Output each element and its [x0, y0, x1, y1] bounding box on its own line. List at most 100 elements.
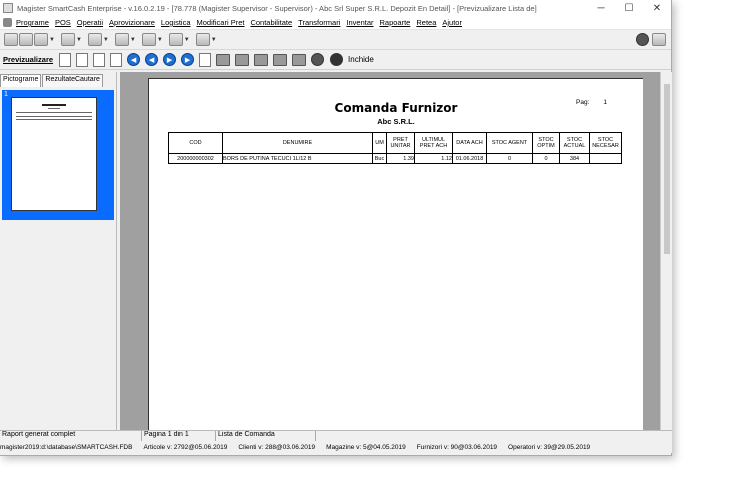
menu-aprovizionare[interactable]: Aprovizionare: [109, 18, 155, 27]
menu-operatii[interactable]: Operatii: [77, 18, 103, 27]
page-icon[interactable]: [195, 33, 210, 46]
settings-icon[interactable]: [199, 52, 212, 67]
minimize-button[interactable]: ─: [587, 0, 615, 16]
report-title: Comanda Furnizor: [334, 101, 458, 115]
col-stoc-actual: STOC ACTUAL: [559, 132, 590, 154]
preview-label: Previzualizare: [3, 55, 54, 64]
col-um: UM: [372, 132, 387, 154]
side-panel: Pictograme RezultateCautare 1: [0, 72, 117, 430]
vertical-scrollbar[interactable]: [660, 72, 672, 430]
edit-icon[interactable]: [216, 53, 231, 66]
close-preview-button[interactable]: Inchide: [330, 53, 374, 66]
table-header-row: COD DENUMIRE UM PRET UNITAR ULTIMUL PRET…: [168, 132, 622, 154]
stop-icon[interactable]: [311, 53, 325, 66]
operators-version: Operatori v: 39@29.05.2019: [508, 443, 591, 451]
menu-pos[interactable]: POS: [55, 18, 71, 27]
menu-modificari-pret[interactable]: Modificari Pret: [197, 18, 245, 27]
menu-ajutor[interactable]: Ajutor: [442, 18, 462, 27]
col-stoc-necesar: STOC NECESAR: [589, 132, 622, 154]
chevron-down-icon[interactable]: ▼: [157, 37, 163, 43]
zoom-page-icon[interactable]: [76, 52, 89, 67]
stores-version: Magazine v: 5@04.05.2019: [326, 443, 406, 451]
cell-stoc-actual: 384: [559, 153, 590, 164]
status-document: Lista de Comanda: [216, 431, 316, 441]
page-width-icon[interactable]: [59, 52, 72, 67]
globe-icon[interactable]: [168, 33, 183, 46]
chevron-down-icon[interactable]: ▼: [103, 37, 109, 43]
info-bar: magister2019:d:\database\SMARTCASH.FDB A…: [0, 441, 672, 453]
chevron-down-icon[interactable]: ▼: [211, 37, 217, 43]
tab-pictograme[interactable]: Pictograme: [0, 74, 42, 87]
chevron-down-icon[interactable]: ▼: [76, 37, 82, 43]
clients-version: Clienti v: 288@03.06.2019: [238, 443, 316, 451]
menu-transformari[interactable]: Transformari: [298, 18, 340, 27]
zoom-in-icon[interactable]: [93, 52, 106, 67]
last-page-icon[interactable]: ▶: [181, 53, 195, 66]
preview-toolbar: Previzualizare ◀ ◀ ▶ ▶ Inchide: [0, 50, 671, 70]
system-menu-icon[interactable]: [3, 18, 12, 27]
status-message: Raport generat complet: [0, 431, 142, 441]
company-name: Abc S.R.L.: [377, 117, 415, 126]
report-icon[interactable]: [141, 33, 156, 46]
previous-page-icon[interactable]: ◀: [145, 53, 159, 66]
scrollbar-thumb[interactable]: [664, 84, 670, 254]
col-cod: COD: [168, 132, 223, 154]
window-title: Magister SmartCash Enterprise - v.16.0.2…: [17, 3, 537, 13]
main-content: Pictograme RezultateCautare 1 Pag: 1 Com…: [0, 72, 672, 430]
cell-ultimul-pret: 1.12: [414, 153, 453, 164]
cell-stoc-agent: 0: [486, 153, 533, 164]
first-page-icon[interactable]: ◀: [127, 53, 141, 66]
help-icon[interactable]: [636, 33, 649, 46]
thumbnail-list[interactable]: 1: [2, 90, 114, 220]
cell-pret-unitar: 1.39: [386, 153, 415, 164]
maximize-button[interactable]: ☐: [615, 0, 643, 16]
col-ultimul-pret: ULTIMUL PRET ACH: [414, 132, 453, 154]
document-icon[interactable]: [87, 33, 102, 46]
preview-area: Pag: 1 Comanda Furnizor Abc S.R.L. COD DE…: [120, 72, 660, 430]
status-bar: Raport generat complet Pagina 1 din 1 Li…: [0, 430, 672, 441]
menu-contabilitate[interactable]: Contabilitate: [250, 18, 292, 27]
tab-rezultate-cautare[interactable]: RezultateCautare: [42, 74, 103, 87]
main-toolbar: ▼ ▼ ▼ ▼ ▼ ▼ ▼: [0, 30, 671, 50]
cell-um: Buc: [372, 153, 387, 164]
col-stoc-agent: STOC AGENT: [486, 132, 533, 154]
next-page-icon[interactable]: ▶: [163, 53, 177, 66]
menu-retea[interactable]: Retea: [416, 18, 436, 27]
printer-icon[interactable]: [19, 33, 33, 46]
zoom-out-icon[interactable]: [110, 52, 123, 67]
close-icon: [330, 53, 344, 66]
chevron-down-icon[interactable]: ▼: [130, 37, 136, 43]
table-row: 200000000302 BORS DE PUTINA TECUCI 1L/12…: [168, 153, 622, 164]
cell-stoc-necesar: [589, 153, 622, 164]
report-table: COD DENUMIRE UM PRET UNITAR ULTIMUL PRET…: [168, 132, 622, 164]
print-icon[interactable]: [235, 53, 250, 66]
side-tabs: Pictograme RezultateCautare: [0, 74, 116, 87]
menu-logistica[interactable]: Logistica: [161, 18, 191, 27]
open-folder-icon[interactable]: [273, 53, 288, 66]
cell-cod: 200000000302: [168, 153, 223, 164]
truck-icon[interactable]: [60, 33, 75, 46]
app-window: Magister SmartCash Enterprise - v.16.0.2…: [0, 0, 672, 456]
app-icon: [3, 3, 13, 13]
monitor-icon[interactable]: [114, 33, 129, 46]
page-thumbnail[interactable]: [11, 97, 97, 211]
print-setup-icon[interactable]: [254, 53, 269, 66]
book-icon[interactable]: [652, 33, 666, 46]
close-window-button[interactable]: ✕: [643, 0, 671, 16]
articles-version: Articole v: 2792@05.06.2019: [143, 443, 228, 451]
user-icon[interactable]: [34, 33, 48, 46]
menu-rapoarte[interactable]: Rapoarte: [380, 18, 411, 27]
cell-data-ach: 01.06.2018: [452, 153, 487, 164]
menu-programe[interactable]: Programe: [16, 18, 49, 27]
save-icon[interactable]: [292, 53, 307, 66]
chevron-down-icon[interactable]: ▼: [49, 37, 55, 43]
cash-register-icon[interactable]: [4, 33, 18, 46]
status-page: Pagina 1 din 1: [142, 431, 216, 441]
chevron-down-icon[interactable]: ▼: [184, 37, 190, 43]
suppliers-version: Furnizori v: 90@03.06.2019: [416, 443, 498, 451]
col-denumire: DENUMIRE: [222, 132, 373, 154]
menu-bar: Programe POS Operatii Aprovizionare Logi…: [0, 16, 671, 30]
title-bar: Magister SmartCash Enterprise - v.16.0.2…: [0, 0, 671, 16]
col-stoc-optim: STOC OPTIM: [532, 132, 560, 154]
menu-inventar[interactable]: Inventar: [346, 18, 373, 27]
